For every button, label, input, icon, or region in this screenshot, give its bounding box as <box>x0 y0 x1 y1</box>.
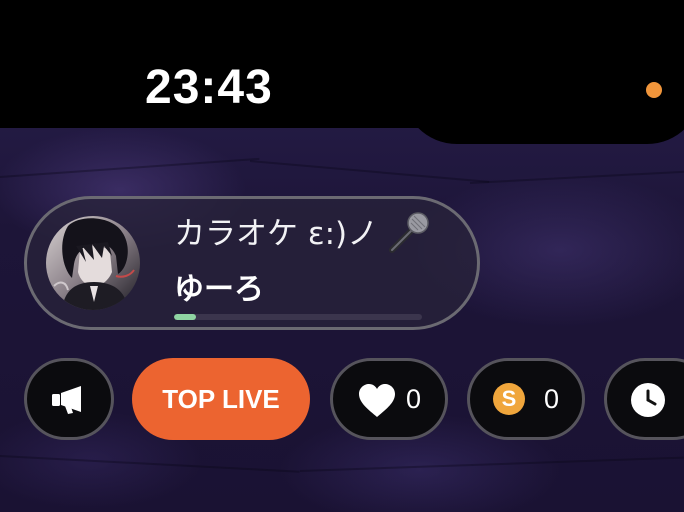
stream-progress-bar <box>174 314 422 320</box>
status-time: 23:43 <box>145 61 273 114</box>
microphone-icon <box>389 212 429 253</box>
megaphone-icon <box>52 386 81 414</box>
streamer-avatar[interactable] <box>46 216 140 310</box>
likes-count: 0 <box>406 384 422 414</box>
heart-icon <box>359 384 395 417</box>
coin-icon: S <box>493 383 525 415</box>
coins-count: 0 <box>544 384 560 414</box>
clock-hands <box>646 389 657 406</box>
backdrop-seam <box>0 157 260 178</box>
avatar-image <box>46 216 140 310</box>
stream-progress-fill <box>174 314 197 320</box>
backdrop-seam <box>469 170 684 184</box>
privacy-indicator-dot <box>646 82 662 98</box>
stream-title: カラオケ ε:)ノ <box>174 216 379 252</box>
clock-icon <box>631 383 665 417</box>
backdrop-seam <box>0 455 300 473</box>
backdrop-seam <box>249 160 490 183</box>
coins-counter-button[interactable] <box>467 358 585 440</box>
streamer-name: ゆーろ <box>174 272 264 307</box>
top-live-button[interactable]: TOP LIVE <box>132 358 310 440</box>
dynamic-island <box>402 34 684 144</box>
backdrop-seam <box>299 456 684 472</box>
